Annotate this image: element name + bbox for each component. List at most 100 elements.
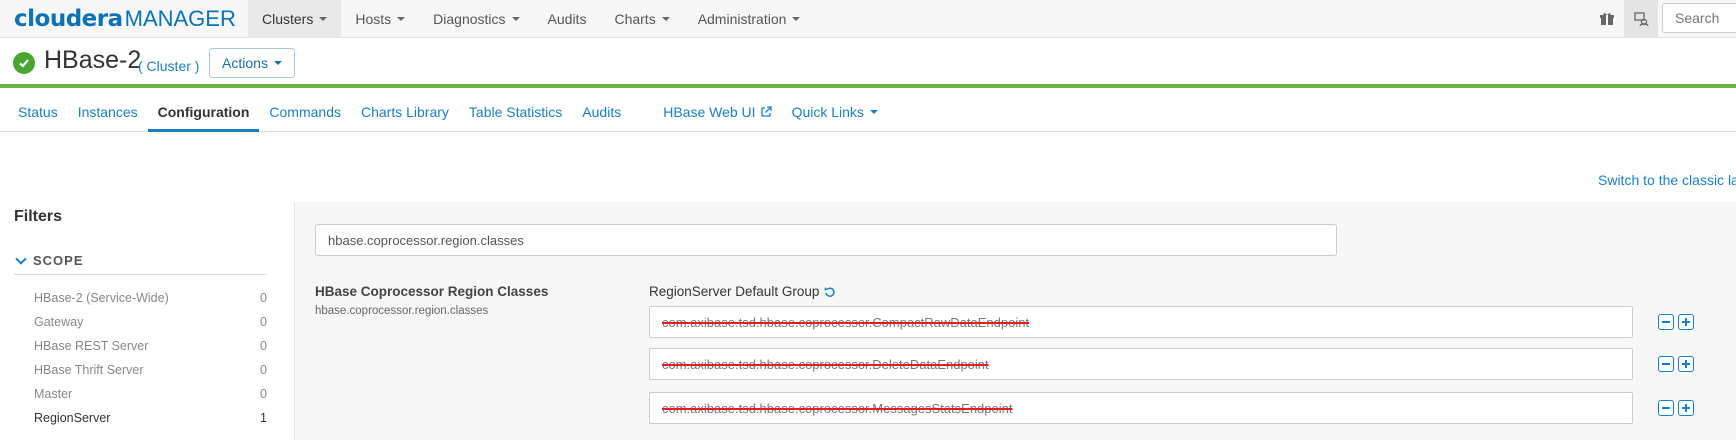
- config-search-input[interactable]: [315, 224, 1337, 256]
- service-header: HBase-2 ( Cluster ) Actions: [0, 38, 1736, 88]
- nav-item-label: Audits: [547, 11, 587, 27]
- tab-label: Configuration: [157, 104, 250, 120]
- scope-item-label: HBase Thrift Server: [34, 363, 144, 377]
- value-input[interactable]: [649, 392, 1633, 424]
- search-input[interactable]: [1662, 3, 1736, 33]
- caret-down-icon: [319, 17, 328, 21]
- scope-item-count: 0: [260, 291, 267, 305]
- nav-item-label: Clusters: [262, 11, 314, 27]
- scope-section-toggle[interactable]: SCOPE: [14, 253, 267, 275]
- tab-hbase-web-ui[interactable]: HBase Web UI: [653, 92, 781, 132]
- value-row: [649, 306, 1727, 338]
- tab-label: HBase Web UI: [663, 104, 756, 120]
- property-key: hbase.coprocessor.region.classes: [315, 305, 489, 317]
- tab-label: Status: [18, 104, 58, 120]
- logo-brand: cloudera: [14, 6, 123, 32]
- value-input[interactable]: [649, 306, 1633, 338]
- scope-item-label: HBase-2 (Service-Wide): [34, 291, 169, 305]
- scope-item-label: HBase REST Server: [34, 339, 149, 353]
- tab-table-statistics[interactable]: Table Statistics: [459, 92, 572, 132]
- main-nav: Clusters Hosts Diagnostics Audits Charts…: [248, 0, 814, 38]
- cloudera-logo[interactable]: cloudera MANAGER: [14, 4, 236, 34]
- tab-label: Audits: [582, 104, 622, 120]
- scope-item-count: 0: [260, 315, 267, 329]
- service-name: HBase-2: [44, 46, 142, 74]
- tab-label: Instances: [77, 104, 138, 120]
- remove-value-button[interactable]: [1658, 400, 1674, 416]
- scope-item-rest-server[interactable]: HBase REST Server 0: [34, 334, 267, 358]
- caret-down-icon: [273, 61, 282, 65]
- status-good-icon: [13, 52, 35, 74]
- gift-icon[interactable]: [1590, 0, 1624, 38]
- tab-label: Table Statistics: [468, 104, 563, 120]
- revert-icon[interactable]: [824, 286, 836, 298]
- nav-item-label: Charts: [614, 11, 656, 27]
- actions-label: Actions: [222, 55, 268, 71]
- scope-item-label: Master: [34, 387, 73, 401]
- logo-product: MANAGER: [124, 6, 236, 31]
- tab-charts-library[interactable]: Charts Library: [351, 92, 459, 132]
- tab-quick-links[interactable]: Quick Links: [782, 92, 888, 132]
- configuration-panel: HBase Coprocessor Region Classes hbase.c…: [294, 202, 1736, 440]
- support-icon[interactable]: [1624, 0, 1658, 38]
- group-label-text: RegionServer Default Group: [649, 284, 820, 299]
- nav-clusters[interactable]: Clusters: [248, 0, 342, 38]
- scope-item-master[interactable]: Master 0: [34, 382, 267, 406]
- filters-sidebar: Filters SCOPE HBase-2 (Service-Wide) 0 Ga…: [0, 202, 294, 440]
- group-label: RegionServer Default Group: [649, 284, 836, 299]
- value-row: [649, 392, 1727, 424]
- property-label: HBase Coprocessor Region Classes: [315, 284, 549, 299]
- scope-item-regionserver[interactable]: RegionServer 1: [34, 406, 267, 430]
- nav-item-label: Diagnostics: [433, 11, 506, 27]
- scope-list: HBase-2 (Service-Wide) 0 Gateway 0 HBase R…: [34, 286, 267, 430]
- top-navbar: cloudera MANAGER Clusters Hosts Diagnost…: [0, 0, 1736, 38]
- caret-down-icon: [397, 17, 406, 21]
- scope-item-label: Gateway: [34, 315, 84, 329]
- add-value-button[interactable]: [1678, 400, 1694, 416]
- tab-configuration[interactable]: Configuration: [147, 92, 260, 132]
- caret-down-icon: [511, 17, 520, 21]
- minus-icon: [1662, 407, 1670, 409]
- remove-value-button[interactable]: [1658, 314, 1674, 330]
- nav-administration[interactable]: Administration: [684, 0, 815, 38]
- tab-audits[interactable]: Audits: [572, 92, 631, 132]
- plus-icon-vertical: [1685, 360, 1687, 368]
- tab-label: Quick Links: [791, 104, 864, 120]
- switch-classic-layout-link[interactable]: Switch to the classic la: [1598, 172, 1736, 188]
- tab-instances[interactable]: Instances: [68, 92, 148, 132]
- scope-item-count: 0: [260, 339, 267, 353]
- tab-spacer: [631, 92, 653, 131]
- minus-icon: [1662, 363, 1670, 365]
- scope-item-count: 0: [260, 363, 267, 377]
- minus-icon: [1662, 321, 1670, 323]
- value-row: [649, 348, 1727, 380]
- nav-diagnostics[interactable]: Diagnostics: [419, 0, 533, 38]
- scope-item-gateway[interactable]: Gateway 0: [34, 310, 267, 334]
- tab-status[interactable]: Status: [8, 92, 68, 132]
- tab-commands[interactable]: Commands: [259, 92, 351, 132]
- service-type-link[interactable]: ( Cluster ): [138, 58, 199, 74]
- nav-audits[interactable]: Audits: [534, 0, 601, 38]
- scope-item-thrift-server[interactable]: HBase Thrift Server 0: [34, 358, 267, 382]
- scope-item-service-wide[interactable]: HBase-2 (Service-Wide) 0: [34, 286, 267, 310]
- nav-item-label: Administration: [697, 11, 787, 27]
- scope-title: SCOPE: [33, 253, 84, 268]
- nav-charts[interactable]: Charts: [600, 0, 683, 38]
- actions-button[interactable]: Actions: [209, 48, 295, 78]
- add-value-button[interactable]: [1678, 356, 1694, 372]
- tab-label: Commands: [269, 104, 341, 120]
- add-value-button[interactable]: [1678, 314, 1694, 330]
- scope-item-count: 0: [260, 387, 267, 401]
- nav-item-label: Hosts: [355, 11, 392, 27]
- caret-down-icon: [661, 17, 670, 21]
- scope-item-label: RegionServer: [34, 411, 111, 425]
- remove-value-button[interactable]: [1658, 356, 1674, 372]
- tab-label: Charts Library: [361, 104, 449, 120]
- plus-icon-vertical: [1685, 404, 1687, 412]
- value-input[interactable]: [649, 348, 1633, 380]
- nav-hosts[interactable]: Hosts: [341, 0, 419, 38]
- chevron-down-icon: [15, 253, 27, 265]
- caret-down-icon: [792, 17, 801, 21]
- plus-icon-vertical: [1685, 318, 1687, 326]
- service-tabs: Status Instances Configuration Commands …: [0, 92, 1736, 132]
